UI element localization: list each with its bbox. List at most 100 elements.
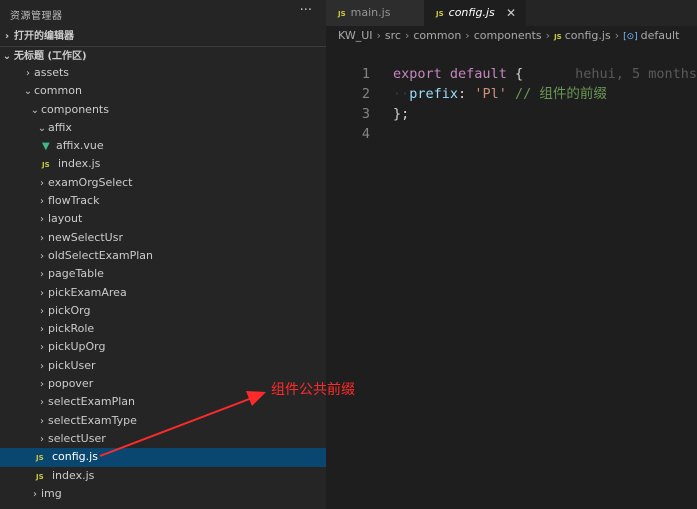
- js-file-icon: JS: [338, 10, 346, 18]
- tree-folder[interactable]: › img: [0, 485, 326, 503]
- tree-item-label: pickOrg: [48, 303, 91, 317]
- tree-item-label: config.js: [52, 450, 98, 464]
- code-line[interactable]: 3};: [326, 104, 697, 124]
- breadcrumb-item[interactable]: config.js: [565, 29, 611, 42]
- tree-item-label: pickRole: [48, 322, 95, 336]
- tree-folder[interactable]: › layout: [0, 210, 326, 228]
- breadcrumb-item[interactable]: components: [474, 29, 542, 42]
- tree-folder[interactable]: ⌄ common: [0, 82, 326, 100]
- chevron-right-icon: ›: [545, 29, 551, 42]
- tree-item-label: layout: [48, 212, 83, 226]
- tree-folder[interactable]: › newSelectUsr: [0, 229, 326, 247]
- tree-folder[interactable]: › pickOrg: [0, 302, 326, 320]
- tree-item-label: oldSelectExamPlan: [48, 248, 154, 262]
- tree-item-label: img: [41, 486, 62, 500]
- tree-folder[interactable]: › pickRole: [0, 320, 326, 338]
- tree-folder[interactable]: › pickExamArea: [0, 284, 326, 302]
- code-line[interactable]: 4: [326, 124, 697, 144]
- tree-file[interactable]: JS index.js: [0, 467, 326, 485]
- tree-item-label: index.js: [52, 468, 95, 482]
- chevron-right-icon: ›: [40, 415, 44, 427]
- tree-folder[interactable]: › selectExamType: [0, 412, 326, 430]
- code-token: 'Pl': [474, 86, 507, 102]
- more-actions-icon[interactable]: ···: [300, 3, 312, 18]
- chevron-right-icon: ›: [40, 250, 44, 262]
- tree-item-label: index.js: [58, 157, 101, 171]
- chevron-right-icon: ›: [4, 31, 10, 42]
- breadcrumb-item[interactable]: KW_UI: [338, 29, 373, 42]
- code-token: ··: [393, 86, 410, 102]
- js-file-icon: JS: [554, 33, 562, 41]
- code-token: {: [506, 66, 524, 82]
- chevron-down-icon: ⌄: [30, 104, 40, 116]
- chevron-right-icon: ›: [614, 29, 620, 42]
- chevron-right-icon: ›: [40, 177, 44, 189]
- tree-item-label: selectExamPlan: [48, 395, 136, 409]
- js-file-icon: JS: [436, 10, 444, 18]
- chevron-right-icon: ›: [40, 269, 44, 281]
- code-text: };: [393, 104, 409, 124]
- chevron-right-icon: ›: [40, 379, 44, 391]
- chevron-right-icon: ›: [40, 196, 44, 208]
- tab-config-js[interactable]: JS config.js ✕: [424, 0, 526, 26]
- chevron-right-icon: ›: [465, 29, 470, 42]
- tree-item-label: components: [41, 102, 109, 116]
- chevron-right-icon: ›: [376, 29, 381, 42]
- close-icon[interactable]: ✕: [506, 0, 516, 26]
- tree-item-label: common: [34, 84, 82, 98]
- chevron-right-icon: ›: [40, 214, 44, 226]
- tree-folder[interactable]: › pickUser: [0, 357, 326, 375]
- js-file-icon: JS: [36, 472, 44, 481]
- explorer-title: 资源管理器: [10, 11, 63, 22]
- tree-folder[interactable]: ⌄ affix: [0, 119, 326, 137]
- tree-folder[interactable]: › oldSelectExamPlan: [0, 247, 326, 265]
- git-blame-annotation: hehui, 5 months: [575, 66, 697, 82]
- line-number: 3: [361, 106, 370, 122]
- tree-folder[interactable]: › examOrgSelect: [0, 174, 326, 192]
- code-token: // 组件的前缀: [514, 86, 607, 102]
- tree-folder[interactable]: › selectUser: [0, 430, 326, 448]
- tree-folder[interactable]: › pickUpOrg: [0, 338, 326, 356]
- chevron-right-icon: ›: [40, 287, 44, 299]
- breadcrumb: KW_UI › src › common › components › JS config.js ›…: [326, 26, 697, 46]
- code-text: ··prefix: 'Pl' // 组件的前缀: [393, 84, 607, 104]
- section-workspace[interactable]: ⌄ 无标题 (工作区): [0, 46, 326, 66]
- explorer-sidebar: 资源管理器 ··· › 打开的编辑器 ⌄ 无标题 (工作区) › assets ⌄ com…: [0, 0, 326, 509]
- file-tree: › assets ⌄ common ⌄ components ⌄ affix ▼ affix.vu…: [0, 64, 326, 503]
- vue-file-icon: ▼: [42, 141, 50, 153]
- section-open-editors[interactable]: › 打开的编辑器: [0, 27, 326, 46]
- code-text: export default {hehui, 5 months: [393, 64, 697, 84]
- tree-item-label: pickExamArea: [48, 285, 127, 299]
- code-token: :: [458, 86, 475, 102]
- breadcrumb-item[interactable]: src: [385, 29, 401, 42]
- code-line[interactable]: 1 export default {hehui, 5 months: [326, 64, 697, 84]
- line-number: 1: [361, 66, 370, 82]
- tree-file[interactable]: JS index.js: [0, 155, 326, 173]
- breadcrumb-item[interactable]: common: [413, 29, 461, 42]
- tree-folder[interactable]: › flowTrack: [0, 192, 326, 210]
- chevron-right-icon: ›: [33, 488, 37, 500]
- tree-item-label: pickUpOrg: [48, 340, 106, 354]
- code-editor[interactable]: 1 export default {hehui, 5 months 2 ··prefi…: [326, 46, 697, 509]
- chevron-right-icon: ›: [40, 360, 44, 372]
- tree-item-label: examOrgSelect: [48, 175, 133, 189]
- tab-main-js[interactable]: JS main.js: [326, 0, 424, 26]
- code-token: prefix: [409, 86, 459, 102]
- tree-file[interactable]: ▼ affix.vue: [0, 137, 326, 155]
- section-label: 打开的编辑器: [14, 31, 74, 42]
- code-line[interactable]: 2 ··prefix: 'Pl' // 组件的前缀: [326, 84, 697, 104]
- tree-item-label: selectExamType: [48, 413, 137, 427]
- tree-item-label: affix.vue: [56, 139, 104, 153]
- js-file-icon: JS: [36, 454, 44, 463]
- breadcrumb-item[interactable]: default: [641, 29, 680, 42]
- tree-folder[interactable]: › assets: [0, 64, 326, 82]
- tree-folder[interactable]: › pageTable: [0, 265, 326, 283]
- section-label: 无标题 (工作区): [14, 51, 87, 62]
- tree-item-label: selectUser: [48, 431, 106, 445]
- annotation-label: 组件公共前缀: [271, 382, 355, 398]
- tab-label: config.js: [448, 6, 495, 19]
- tree-folder[interactable]: ⌄ components: [0, 101, 326, 119]
- tree-file[interactable]: JS config.js: [0, 448, 326, 467]
